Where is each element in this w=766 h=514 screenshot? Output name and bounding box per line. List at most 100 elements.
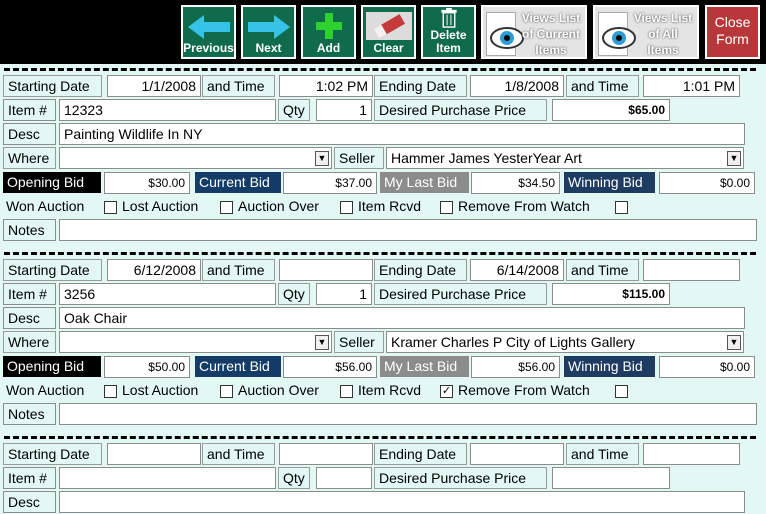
desired-price-label: Desired Purchase Price [374, 99, 547, 121]
eye-icon [602, 27, 636, 49]
item-number-field[interactable]: 12323 [59, 99, 276, 121]
ending-date-label: Ending Date [374, 443, 467, 465]
item-rcvd-checkbox[interactable]: ✓ [440, 385, 453, 398]
view-all-items-label: Views List of All Items [633, 11, 693, 57]
start-time-label: and Time [202, 259, 275, 281]
remove-watch-checkbox[interactable] [615, 385, 628, 398]
won-auction-checkbox[interactable] [104, 385, 117, 398]
item-rcvd-checkbox[interactable] [440, 201, 453, 214]
current-bid-field[interactable]: $56.00 [283, 356, 377, 378]
item-number-field[interactable] [59, 467, 276, 489]
qty-field[interactable] [316, 467, 372, 489]
desired-price-field[interactable] [552, 467, 670, 489]
record-separator [4, 68, 756, 71]
current-bid-label: Current Bid [195, 172, 281, 193]
end-time-label: and Time [566, 443, 639, 465]
clear-button[interactable]: Clear [361, 5, 416, 59]
qty-label: Qty [278, 99, 310, 121]
desired-price-field[interactable]: $65.00 [552, 99, 670, 121]
remove-watch-checkbox[interactable] [615, 201, 628, 214]
desc-label: Desc [3, 123, 56, 145]
lost-auction-checkbox[interactable] [220, 385, 233, 398]
opening-bid-field[interactable]: $50.00 [104, 356, 190, 378]
opening-bid-label: Opening Bid [3, 356, 101, 377]
toolbar: Previous Next Add Clear Delete Item View… [0, 0, 766, 64]
qty-field[interactable]: 1 [316, 99, 372, 121]
trash-icon [440, 7, 457, 28]
auction-over-checkbox[interactable] [340, 201, 353, 214]
auction-over-label: Auction Over [238, 198, 319, 214]
end-time-field[interactable] [643, 443, 740, 465]
desired-price-field[interactable]: $115.00 [552, 283, 670, 305]
starting-date-label: Starting Date [3, 75, 102, 97]
starting-date-field[interactable]: 6/12/2008 [107, 259, 201, 281]
seller-dropdown[interactable]: Kramer Charles P City of Lights Gallery [386, 331, 744, 353]
eraser-icon [365, 12, 412, 40]
remove-watch-label: Remove From Watch [458, 382, 590, 398]
where-label: Where [3, 147, 56, 169]
ending-date-label: Ending Date [374, 75, 467, 97]
desc-field[interactable] [59, 491, 745, 513]
starting-date-label: Starting Date [3, 259, 102, 281]
starting-date-label: Starting Date [3, 443, 102, 465]
item-rcvd-label: Item Rcvd [358, 198, 422, 214]
ending-date-field[interactable]: 1/8/2008 [470, 75, 564, 97]
notes-field[interactable] [59, 219, 757, 241]
ending-date-field[interactable]: 6/14/2008 [470, 259, 564, 281]
starting-date-field[interactable]: 1/1/2008 [107, 75, 201, 97]
right-arrow-icon [247, 15, 290, 39]
next-button[interactable]: Next [241, 5, 296, 59]
ending-date-field[interactable] [470, 443, 564, 465]
chevron-down-icon[interactable]: ▼ [315, 151, 329, 166]
desc-field[interactable]: Oak Chair [59, 307, 745, 329]
starting-date-field[interactable] [107, 443, 201, 465]
auction-over-checkbox[interactable] [340, 385, 353, 398]
view-all-items-button[interactable]: Views List of All Items [593, 5, 699, 59]
winning-bid-field[interactable]: $0.00 [659, 356, 755, 378]
qty-label: Qty [278, 467, 310, 489]
qty-field[interactable]: 1 [316, 283, 372, 305]
winning-bid-field[interactable]: $0.00 [659, 172, 755, 194]
close-form-button[interactable]: Close Form [705, 5, 760, 59]
winning-bid-label: Winning Bid [564, 356, 655, 377]
desired-price-label: Desired Purchase Price [374, 283, 547, 305]
plus-icon [315, 13, 342, 39]
desc-label: Desc [3, 491, 56, 513]
opening-bid-label: Opening Bid [3, 172, 101, 193]
chevron-down-icon[interactable]: ▼ [315, 335, 329, 350]
chevron-down-icon[interactable]: ▼ [727, 151, 741, 166]
qty-label: Qty [278, 283, 310, 305]
my-last-bid-field[interactable]: $34.50 [471, 172, 560, 194]
start-time-field[interactable]: 1:02 PM [279, 75, 373, 97]
won-auction-label: Won Auction [6, 198, 85, 214]
end-time-field[interactable]: 1:01 PM [643, 75, 740, 97]
opening-bid-field[interactable]: $30.00 [104, 172, 190, 194]
current-bid-label: Current Bid [195, 356, 281, 377]
start-time-label: and Time [202, 75, 275, 97]
won-auction-checkbox[interactable] [104, 201, 117, 214]
delete-item-button[interactable]: Delete Item [421, 5, 476, 59]
add-button[interactable]: Add [301, 5, 356, 59]
where-dropdown[interactable] [59, 331, 332, 353]
where-dropdown[interactable] [59, 147, 332, 169]
where-label: Where [3, 331, 56, 353]
view-current-items-button[interactable]: Views List of Current Items [481, 5, 587, 59]
my-last-bid-label: My Last Bid [380, 172, 469, 193]
notes-field[interactable] [59, 403, 757, 425]
record-separator [4, 252, 756, 255]
ending-date-label: Ending Date [374, 259, 467, 281]
seller-label: Seller [334, 331, 384, 353]
seller-dropdown[interactable]: Hammer James YesterYear Art [386, 147, 744, 169]
previous-button[interactable]: Previous [181, 5, 236, 59]
current-bid-field[interactable]: $37.00 [283, 172, 377, 194]
desc-label: Desc [3, 307, 56, 329]
chevron-down-icon[interactable]: ▼ [727, 335, 741, 350]
my-last-bid-field[interactable]: $56.00 [471, 356, 560, 378]
lost-auction-checkbox[interactable] [220, 201, 233, 214]
item-number-field[interactable]: 3256 [59, 283, 276, 305]
start-time-field[interactable] [279, 443, 373, 465]
desc-field[interactable]: Painting Wildlife In NY [59, 123, 745, 145]
lost-auction-label: Lost Auction [122, 382, 199, 398]
start-time-field[interactable] [279, 259, 373, 281]
end-time-field[interactable] [643, 259, 740, 281]
